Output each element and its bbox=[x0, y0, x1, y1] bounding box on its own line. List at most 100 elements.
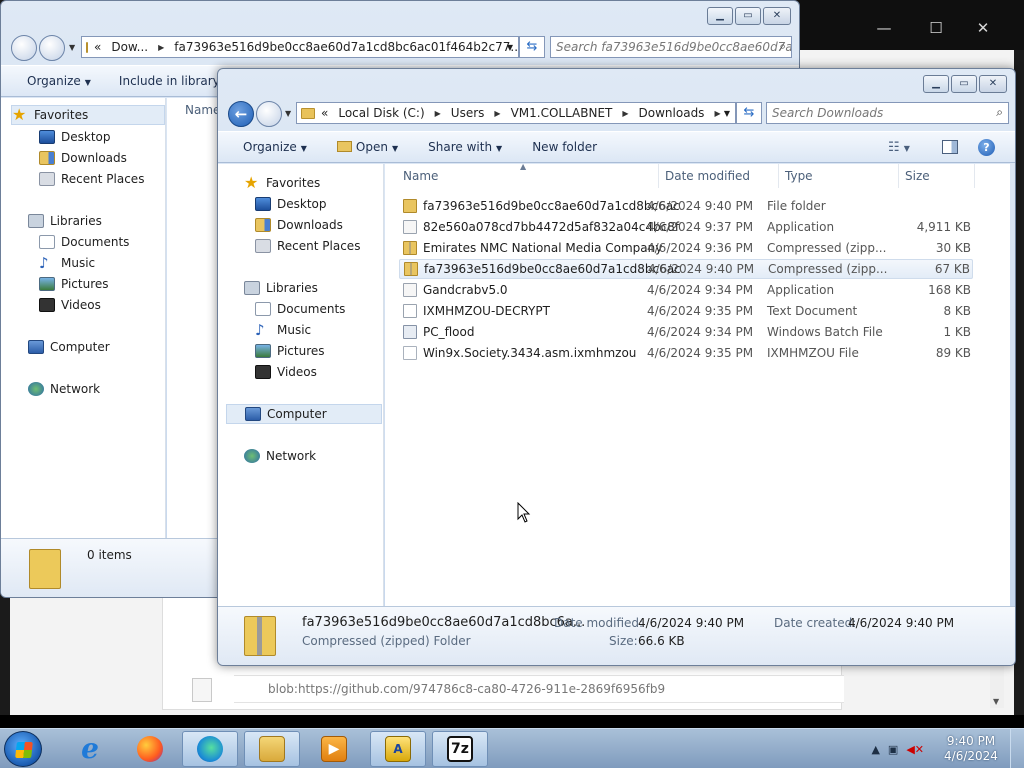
forward-button[interactable] bbox=[39, 35, 65, 61]
nav-favorites[interactable]: ★ Favorites bbox=[244, 173, 320, 193]
show-desktop-button[interactable] bbox=[1010, 729, 1024, 768]
nav-videos[interactable]: Videos bbox=[39, 295, 101, 315]
nav-pictures[interactable]: Pictures bbox=[39, 274, 109, 294]
taskbar-internet-explorer[interactable]: e bbox=[62, 731, 118, 767]
open-button[interactable]: Open ▼ bbox=[336, 140, 398, 154]
back-button[interactable]: ← bbox=[228, 101, 254, 127]
navigation-pane[interactable]: ★ Favorites Desktop Downloads Recent Plac… bbox=[218, 164, 384, 606]
column-header-type[interactable]: Type bbox=[779, 164, 899, 188]
browser-minimize-icon[interactable]: — bbox=[874, 18, 894, 38]
file-row[interactable]: Emirates NMC National Media Company 4/6/2… bbox=[399, 238, 973, 258]
column-header-size[interactable]: Size bbox=[899, 164, 975, 188]
taskbar-7zip[interactable]: 7z bbox=[432, 731, 488, 767]
chevron-down-icon[interactable]: ▼ bbox=[724, 109, 730, 118]
blob-url-row[interactable]: blob:https://github.com/974786c8-ca80-47… bbox=[234, 675, 844, 703]
file-row[interactable]: IXMHMZOU-DECRYPT 4/6/2024 9:35 PM Text Doc… bbox=[399, 301, 973, 321]
preview-pane-icon[interactable] bbox=[942, 140, 958, 154]
column-header-date[interactable]: Date modified bbox=[659, 164, 779, 188]
address-segment-users[interactable]: Users bbox=[451, 106, 485, 120]
recent-pages-icon[interactable]: ▼ bbox=[285, 109, 291, 118]
back-button[interactable] bbox=[11, 35, 37, 61]
browser-close-icon[interactable]: ✕ bbox=[973, 18, 993, 38]
nav-computer[interactable]: Computer bbox=[28, 337, 110, 357]
file-row[interactable]: Gandcrabv5.0 4/6/2024 9:34 PM Application 1… bbox=[399, 280, 973, 300]
forward-button[interactable] bbox=[256, 101, 282, 127]
minimize-button[interactable]: ▁ bbox=[707, 7, 733, 25]
nav-pictures[interactable]: Pictures bbox=[255, 341, 325, 361]
address-segment-user[interactable]: VM1.COLLABNET bbox=[511, 106, 613, 120]
nav-recent-places[interactable]: Recent Places bbox=[39, 169, 144, 189]
file-row[interactable]: PC_flood 4/6/2024 9:34 PM Windows Batch Fi… bbox=[399, 322, 973, 342]
scroll-down-icon[interactable]: ▼ bbox=[993, 697, 999, 706]
file-row[interactable]: Win9x.Society.3434.asm.ixmhmzou 4/6/2024 … bbox=[399, 343, 973, 363]
nav-downloads[interactable]: Downloads bbox=[255, 215, 343, 235]
address-segment-local-disk[interactable]: Local Disk (C:) bbox=[338, 106, 424, 120]
search-icon[interactable]: ⌕ bbox=[779, 39, 786, 54]
taskbar-media-player[interactable]: ▶ bbox=[306, 731, 362, 767]
chevron-down-icon[interactable]: ▼ bbox=[507, 43, 513, 52]
chevron-right-icon[interactable]: ▶ bbox=[714, 109, 720, 118]
search-icon[interactable]: ⌕ bbox=[996, 105, 1003, 120]
address-bar[interactable]: « Dow... ▶ fa73963e516d9be0cc8ae60d7a1cd… bbox=[81, 36, 519, 58]
address-bar[interactable]: « Local Disk (C:) ▶ Users ▶ VM1.COLLABNE… bbox=[296, 102, 736, 124]
nav-network[interactable]: Network bbox=[28, 379, 100, 399]
show-hidden-icons-icon[interactable]: ▲ bbox=[871, 743, 879, 756]
close-button[interactable]: ✕ bbox=[763, 7, 791, 25]
recent-pages-icon[interactable]: ▼ bbox=[69, 43, 75, 52]
nav-downloads[interactable]: Downloads bbox=[39, 148, 127, 168]
taskbar-windows-explorer[interactable] bbox=[244, 731, 300, 767]
search-input[interactable]: Search fa73963e516d9be0cc8ae60d7a... ⌕ bbox=[550, 36, 792, 58]
taskbar-firefox[interactable] bbox=[122, 731, 178, 767]
nav-favorites[interactable]: ★ Favorites bbox=[11, 105, 165, 125]
nav-desktop[interactable]: Desktop bbox=[255, 194, 327, 214]
organize-button[interactable]: Organize ▼ bbox=[243, 140, 307, 154]
taskbar-browser[interactable] bbox=[182, 731, 238, 767]
file-list[interactable]: ▲ Name Date modified Type Size fa73963e5… bbox=[385, 162, 1010, 606]
nav-music[interactable]: ♪ Music bbox=[39, 253, 95, 273]
nav-music[interactable]: ♪ Music bbox=[255, 320, 311, 340]
nav-desktop[interactable]: Desktop bbox=[39, 127, 111, 147]
start-button[interactable] bbox=[4, 731, 42, 767]
nav-documents[interactable]: Documents bbox=[39, 232, 129, 252]
refresh-button[interactable]: ⇆ bbox=[736, 102, 762, 124]
navigation-pane[interactable]: ★ Favorites Desktop Downloads Recent Plac… bbox=[1, 98, 166, 538]
network-tray-icon[interactable]: ▣ bbox=[888, 743, 898, 756]
address-segment-downloads[interactable]: Downloads bbox=[639, 106, 705, 120]
share-with-button[interactable]: Share with ▼ bbox=[428, 140, 502, 154]
nav-libraries[interactable]: Libraries bbox=[244, 278, 318, 298]
nav-network[interactable]: Network bbox=[244, 446, 316, 466]
nav-computer[interactable]: Computer bbox=[226, 404, 382, 424]
chevron-right-icon[interactable]: ▶ bbox=[435, 109, 441, 118]
search-input[interactable]: Search Downloads ⌕ bbox=[766, 102, 1009, 124]
address-overflow[interactable]: « bbox=[321, 106, 328, 120]
address-segment[interactable]: fa73963e516d9be0cc8ae60d7a1cd8bc6ac01f46… bbox=[174, 40, 518, 54]
file-row[interactable]: fa73963e516d9be0cc8ae60d7a1cd8bc6ac... 4/… bbox=[399, 259, 973, 279]
maximize-button[interactable]: ▭ bbox=[735, 7, 761, 25]
address-segment[interactable]: Dow... bbox=[111, 40, 148, 54]
maximize-button[interactable]: ▭ bbox=[951, 75, 977, 93]
chevron-right-icon[interactable]: ▶ bbox=[494, 109, 500, 118]
minimize-button[interactable]: ▁ bbox=[923, 75, 949, 93]
file-row[interactable]: 82e560a078cd7bb4472d5af832a04c4bc8f1... 4… bbox=[399, 217, 973, 237]
taskbar-tool[interactable]: A bbox=[370, 731, 426, 767]
nav-videos[interactable]: Videos bbox=[255, 362, 317, 382]
help-icon[interactable]: ? bbox=[978, 138, 995, 156]
chevron-right-icon[interactable]: ▶ bbox=[158, 43, 164, 52]
nav-documents[interactable]: Documents bbox=[255, 299, 345, 319]
volume-muted-icon[interactable]: ◀✕ bbox=[906, 743, 924, 756]
organize-button[interactable]: Organize ▼ bbox=[27, 74, 91, 88]
new-folder-button[interactable]: New folder bbox=[532, 140, 597, 154]
include-in-library-button[interactable]: Include in library▼ bbox=[119, 74, 230, 88]
chevron-right-icon[interactable]: ▶ bbox=[622, 109, 628, 118]
refresh-button[interactable]: ⇆ bbox=[519, 36, 545, 58]
nav-recent-places[interactable]: Recent Places bbox=[255, 236, 360, 256]
close-button[interactable]: ✕ bbox=[979, 75, 1007, 93]
address-overflow[interactable]: « bbox=[94, 40, 101, 54]
clock[interactable]: 9:40 PM 4/6/2024 bbox=[932, 734, 1010, 764]
nav-libraries[interactable]: Libraries bbox=[28, 211, 102, 231]
file-row[interactable]: fa73963e516d9be0cc8ae60d7a1cd8bc6ac... 4/… bbox=[399, 196, 973, 216]
view-options-icon[interactable]: ☷ ▼ bbox=[888, 140, 910, 155]
column-header-name[interactable]: Name bbox=[397, 164, 659, 188]
explorer-window-downloads[interactable]: ▁ ▭ ✕ ← ▼ « Local Disk (C:) ▶ Users ▶ VM… bbox=[217, 68, 1016, 666]
browser-maximize-icon[interactable]: ☐ bbox=[926, 18, 946, 38]
